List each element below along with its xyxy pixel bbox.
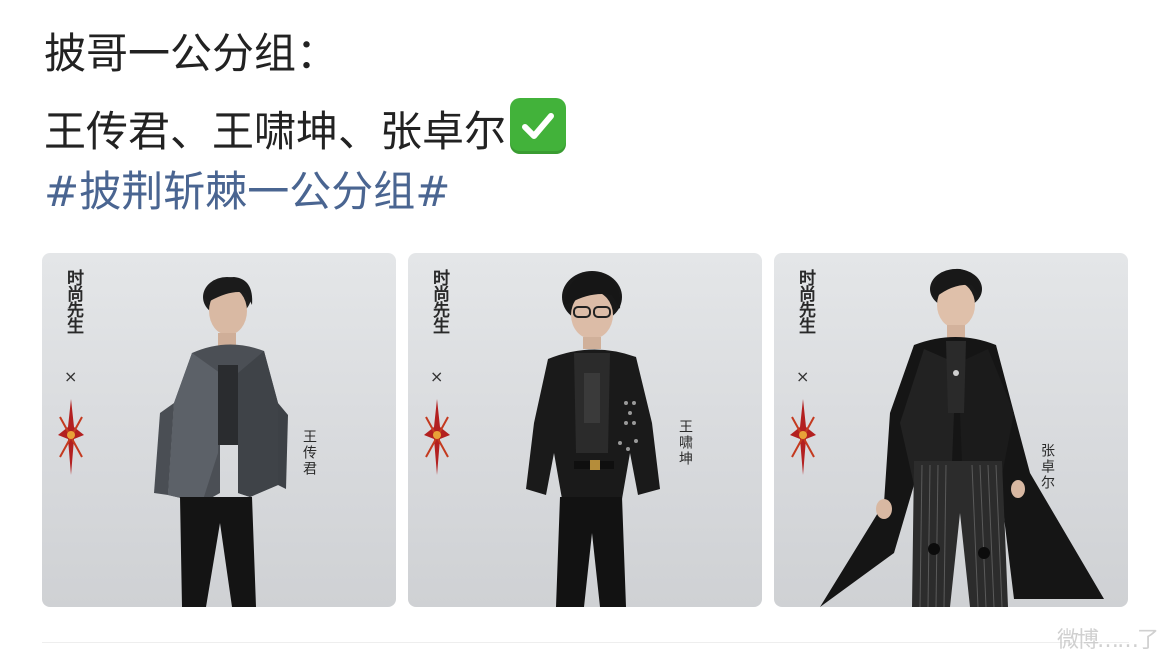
post-names-line: 王传君、王啸坤、张卓尔 bbox=[44, 98, 567, 158]
member-name-label: 王啸坤 bbox=[677, 419, 693, 467]
show-logo-icon bbox=[58, 399, 84, 475]
photo-thumbnail-2[interactable]: 时尚先生 × 王啸坤 bbox=[408, 253, 762, 607]
portrait-image bbox=[154, 277, 288, 607]
member-name-label: 王传君 bbox=[301, 429, 317, 477]
weibo-post: 披哥一公分组： 王传君、王啸坤、张卓尔 #披荆斩棘一公分组# 时尚先生 × 王传… bbox=[0, 0, 1169, 658]
photo-grid: 时尚先生 × 王传君 时尚先生 × 王啸坤 时尚先生 × 张卓尔 bbox=[42, 253, 1129, 607]
brand-lockup: 时尚先生 × bbox=[56, 269, 90, 475]
cross-mark: × bbox=[64, 367, 78, 386]
photo-thumbnail-1[interactable]: 时尚先生 × 王传君 bbox=[42, 253, 396, 607]
member-name-label: 张卓尔 bbox=[1039, 443, 1055, 491]
magazine-logo: 时尚先生 bbox=[63, 269, 83, 333]
show-logo-icon bbox=[424, 399, 450, 475]
show-logo-icon bbox=[790, 399, 816, 475]
watermark: 微博……了 bbox=[1056, 628, 1159, 653]
member-names: 王传君、王啸坤、张卓尔 bbox=[44, 107, 507, 156]
magazine-logo: 时尚先生 bbox=[795, 269, 815, 333]
divider bbox=[42, 642, 1129, 643]
brand-lockup: 时尚先生 × bbox=[422, 269, 456, 475]
cross-mark: × bbox=[430, 367, 444, 386]
portrait-image bbox=[526, 271, 660, 607]
check-mark-button-icon bbox=[510, 98, 567, 154]
brand-lockup: 时尚先生 × bbox=[788, 269, 822, 475]
magazine-logo: 时尚先生 bbox=[429, 269, 449, 333]
post-title-line: 披哥一公分组： bbox=[44, 29, 339, 78]
portrait-image bbox=[820, 268, 1104, 607]
cross-mark: × bbox=[796, 367, 810, 386]
photo-thumbnail-3[interactable]: 时尚先生 × 张卓尔 bbox=[774, 253, 1128, 607]
hashtag-link[interactable]: #披荆斩棘一公分组# bbox=[44, 166, 450, 218]
